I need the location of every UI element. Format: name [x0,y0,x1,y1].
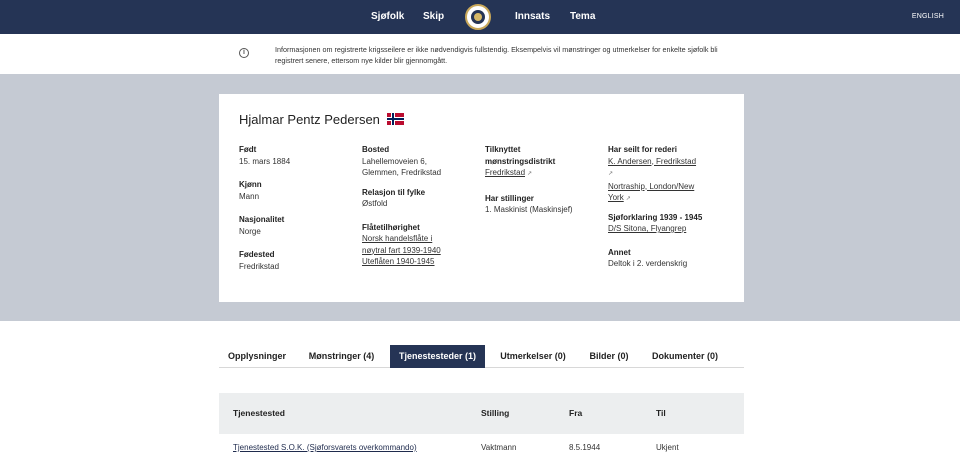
district-link[interactable]: Fredrikstad [485,168,525,177]
info-icon: i [239,48,249,58]
fleet-link-neutral-line-2[interactable]: nøytral fart 1939-1940 [362,246,441,255]
shipowner-link-nortraship-line-1[interactable]: Nortraship, London/New [608,182,694,191]
position-cell: Vaktmann [481,443,517,452]
tab-tjenestesteder[interactable]: Tjenestesteder (1) [390,345,485,368]
fleet-link-neutral-line-1[interactable]: Norsk handelsflåte i [362,234,432,243]
from-cell: 8.5.1944 [569,443,601,452]
person-card: Hjalmar Pentz Pedersen Født 15. mars 188… [219,94,744,302]
gender-value: Mann [239,191,260,201]
norway-flag-icon [387,113,404,125]
other-value: Deltok i 2. verdenskrig [608,259,688,268]
tab-monstringer[interactable]: Mønstringer (4) [299,345,384,368]
column-header-fra: Fra [569,408,583,418]
residence-label: Bosted [362,145,390,154]
table-header: Tjenestested Stilling Fra Til [219,393,744,434]
birthplace-value: Fredrikstad [239,261,280,271]
nationality-label: Nasjonalitet [239,215,285,224]
nav-skip[interactable]: Skip [423,0,444,34]
external-link-icon: ↗ [608,171,614,177]
details-column-3: Tilknyttet mønstringsdistrikt Fredriksta… [485,144,603,216]
tab-opplysninger[interactable]: Opplysninger [219,345,295,368]
district-label-line-2: mønstringsdistrikt [485,156,556,166]
birthplace-label: Fødested [239,250,275,259]
tab-dokumenter[interactable]: Dokumenter (0) [646,345,724,368]
nav-tema[interactable]: Tema [570,0,595,34]
column-header-stilling: Stilling [481,408,510,418]
positions-label: Har stillinger [485,193,534,203]
county-value: Østfold [362,199,388,208]
tab-utmerkelser[interactable]: Utmerkelser (0) [493,345,573,368]
district-label-line-1: Tilknyttet [485,145,521,154]
gender-label: Kjønn [239,180,262,189]
nav-sjofolk[interactable]: Sjøfolk [371,0,404,34]
shipowner-label: Har seilt for rederi [608,145,677,154]
fleet-link-ute[interactable]: Uteflåten 1940-1945 [362,257,435,266]
top-navigation: Sjøfolk Skip Innsats Tema ENGLISH [0,0,960,34]
positions-value: 1. Maskinist (Maskinsjef) [485,205,573,214]
maritime-declaration-label: Sjøforklaring 1939 - 1945 [608,212,703,222]
maritime-declaration-link[interactable]: D/S Sitona, Flyangrep [608,224,686,233]
column-header-tjenestested: Tjenestested [233,408,285,418]
shipowner-link-andersen[interactable]: K. Andersen, Fredrikstad [608,157,696,166]
to-cell: Ukjent [656,443,679,452]
residence-line-1: Lahellemoveien 6, [362,156,427,166]
other-label: Annet [608,247,631,257]
external-link-icon: ↗ [625,196,631,202]
details-column-1: Født 15. mars 1884 Kjønn Mann Nasjonalit… [239,144,349,272]
nationality-value: Norge [239,226,261,236]
column-header-til: Til [656,408,666,418]
born-label: Født [239,145,257,154]
external-link-icon: ↗ [527,171,533,177]
site-logo-icon[interactable] [465,4,491,30]
person-name: Hjalmar Pentz Pedersen [239,112,380,127]
residence-line-2: Glemmen, Fredrikstad [362,168,442,177]
details-column-2: Bosted Lahellemoveien 6, Glemmen, Fredri… [362,144,477,268]
info-notice: i Informasjonen om registrerte krigsseil… [0,34,960,74]
nav-innsats[interactable]: Innsats [515,0,550,34]
details-column-4: Har seilt for rederi K. Andersen, Fredri… [608,144,728,270]
tab-bilder[interactable]: Bilder (0) [583,345,635,368]
table-row: Tjenestested S.O.K. (Sjøforsvarets overk… [219,434,744,476]
service-place-link[interactable]: Tjenestested S.O.K. (Sjøforsvarets overk… [233,443,417,452]
county-label: Relasjon til fylke [362,187,426,197]
born-value: 15. mars 1884 [239,156,291,166]
info-text: Informasjonen om registrerte krigsseiler… [275,45,718,65]
language-switch[interactable]: ENGLISH [912,0,944,34]
fleet-label: Flåtetilhørighet [362,222,420,232]
shipowner-link-nortraship-line-2[interactable]: York [608,193,624,202]
tab-bar: Opplysninger Mønstringer (4) Tjenesteste… [219,345,744,368]
